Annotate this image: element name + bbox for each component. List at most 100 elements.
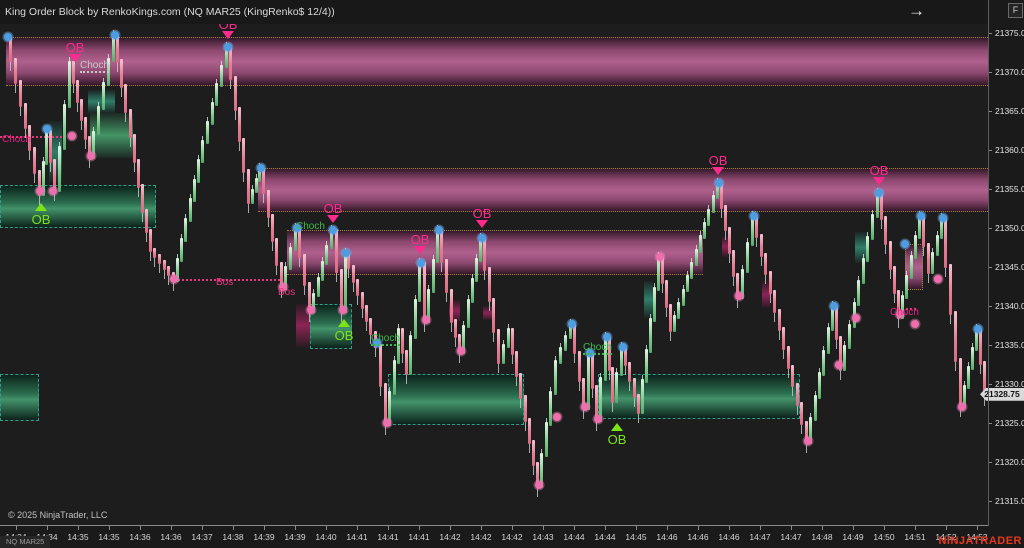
fit-window-button[interactable]: F [1008,3,1023,18]
time-tick-label: 14:45 [625,532,646,542]
swing-high-dot [4,33,12,41]
candle [796,383,799,406]
candle [954,311,957,362]
candle [979,328,982,364]
candle [814,395,817,421]
choch-label: Choch [80,60,109,73]
bearish-order-block[interactable] [6,37,988,86]
time-tick [698,526,699,530]
time-tick-label: 14:38 [222,532,243,542]
ob-bearish-label: OB [473,206,492,221]
candle [827,327,830,353]
ob-bearish-label: OB [870,163,889,178]
swing-high-dot [329,226,337,234]
candle [220,65,223,88]
price-tick-label: 21365.00 [995,106,1024,116]
bullish-order-block[interactable] [0,185,156,228]
time-tick [481,526,482,530]
swing-low-dot [958,403,966,411]
candle [365,305,368,322]
swing-low-dot [36,187,44,195]
candle [68,61,71,107]
chart-canvas[interactable]: OBOBOBOBOBOBOBOBOBOBChochChochChochChoch… [0,0,988,525]
swing-high-dot [901,240,909,248]
candle [76,80,79,103]
choch-label: Choch [2,134,31,145]
ninjatrader-brand: NINJATRADER [938,535,1022,547]
candle [724,205,727,232]
candle [238,107,241,142]
candle [405,350,408,375]
candle [889,241,892,270]
candle [423,262,426,323]
instrument-tab[interactable]: NQ MAR25 [0,536,50,548]
candle [564,335,567,351]
time-tick-label: 14:36 [160,532,181,542]
time-tick-label: 14:41 [377,532,398,542]
ob-bearish-label: OB [411,232,430,247]
candle [519,373,522,399]
candle [791,365,794,388]
swing-low-dot [68,132,76,140]
candle [764,253,767,276]
candle [124,84,127,113]
time-tick [295,526,296,530]
candle [242,138,245,173]
candle [184,218,187,242]
time-tick-label: 14:44 [594,532,615,542]
candle [760,234,763,257]
candle [275,238,278,266]
candle [63,104,66,150]
candle [145,209,148,233]
candle [949,264,952,315]
time-tick [636,526,637,530]
candle [944,217,947,268]
candle [488,267,491,302]
ob-bearish-label: OB [709,153,728,168]
candle [401,328,404,353]
choch-label: Choch [296,221,325,232]
candle [97,106,100,134]
candle [356,279,359,296]
candle [379,344,382,387]
candle [120,59,123,88]
time-tick-label: 14:42 [439,532,460,542]
ob-bearish-triangle-icon [327,215,339,223]
candle [653,287,656,322]
candle [133,134,136,163]
teal-zone [644,281,653,318]
price-tick-label: 21345.00 [995,262,1024,272]
chart-title: King Order Block by RenkoKings.com (NQ M… [5,6,335,18]
candle [857,280,860,306]
swing-low-dot [804,437,812,445]
time-tick [16,526,17,530]
candle [72,61,75,84]
swing-low-dot [339,306,347,314]
swing-low-dot [457,347,465,355]
candle [591,352,594,389]
time-tick-label: 14:35 [98,532,119,542]
candle [497,329,500,364]
candle [905,275,908,299]
candle [971,347,974,370]
time-tick-label: 14:36 [129,532,150,542]
candle [418,262,421,302]
price-tick-label: 21360.00 [995,145,1024,155]
candle [578,351,581,383]
ob-bullish-triangle-icon [35,203,47,211]
swing-high-dot [111,31,119,39]
bullish-order-block[interactable] [388,374,524,425]
time-axis[interactable]: 14:3414:3414:3514:3514:3614:3614:3714:38… [0,525,988,548]
price-axis[interactable]: 21375.0021370.0021365.0021360.0021355.00… [988,0,1024,548]
candle [628,362,631,382]
time-tick [357,526,358,530]
bullish-order-block[interactable] [0,374,39,421]
candle [657,256,660,291]
arrow-right-icon[interactable]: → [908,1,925,21]
candle [454,319,457,339]
candle [361,292,364,309]
time-tick [47,526,48,530]
time-tick-label: 14:39 [253,532,274,542]
time-tick-label: 14:46 [687,532,708,542]
candle [24,103,27,129]
